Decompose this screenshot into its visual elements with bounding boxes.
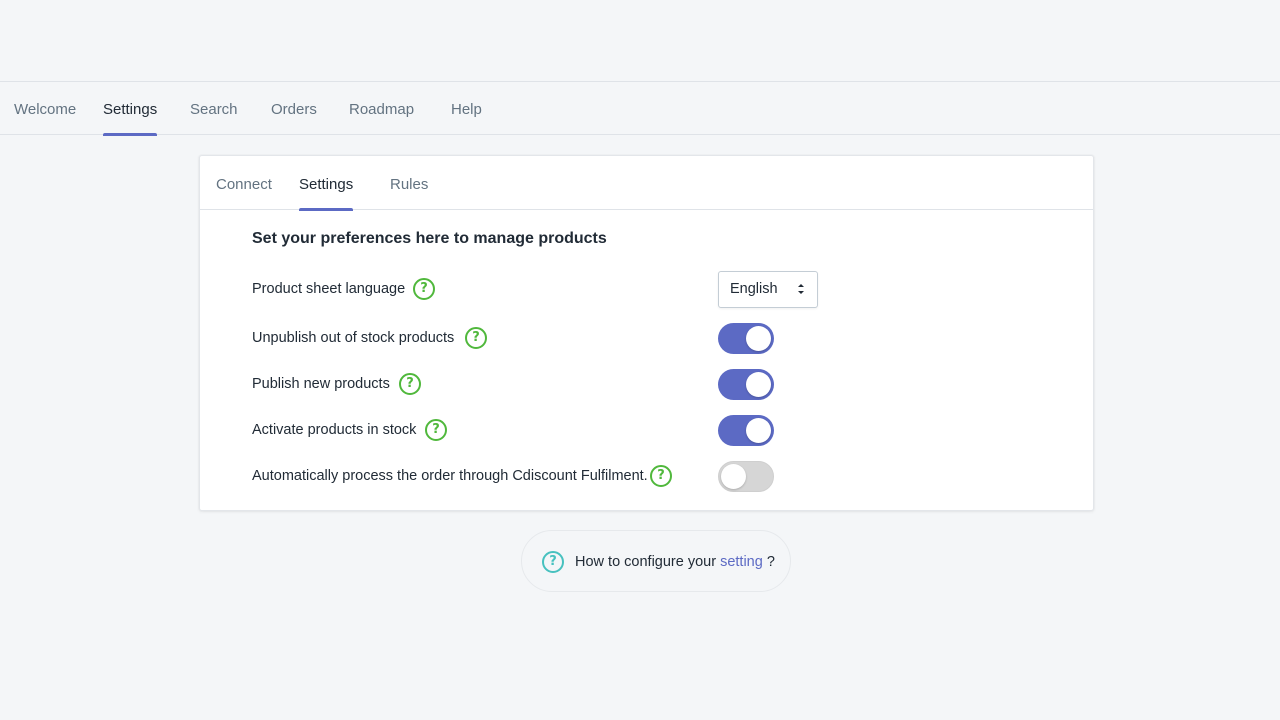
toggle-knob — [721, 464, 746, 489]
setting-row-fulfilment: Automatically process the order through … — [252, 461, 1052, 492]
question-circle-icon[interactable]: ? — [413, 278, 435, 300]
tab-help[interactable]: Help — [451, 82, 482, 135]
select-arrows-icon — [798, 284, 804, 294]
setting-label-fulfilment: Automatically process the order through … — [252, 468, 648, 484]
subtab-connect[interactable]: Connect — [216, 156, 272, 210]
toggle-knob — [746, 418, 771, 443]
setting-row-publish-new: Publish new products ? — [252, 369, 1052, 400]
footer-help-prefix: How to configure your — [575, 554, 717, 570]
subtab-rules[interactable]: Rules — [390, 156, 428, 210]
setting-row-unpublish: Unpublish out of stock products ? — [252, 323, 1052, 354]
tab-settings[interactable]: Settings — [103, 82, 158, 136]
question-circle-icon: ? — [542, 551, 564, 573]
subtab-settings[interactable]: Settings — [299, 156, 354, 211]
tab-welcome[interactable]: Welcome — [14, 82, 76, 135]
footer-help-pill: ? How to configure your setting ? — [521, 530, 791, 592]
footer-help-text: How to configure your setting ? — [575, 531, 775, 593]
question-circle-icon[interactable]: ? — [425, 419, 447, 441]
question-circle-icon[interactable]: ? — [399, 373, 421, 395]
tab-search[interactable]: Search — [190, 82, 238, 135]
language-select-value: English — [730, 281, 778, 297]
tab-orders[interactable]: Orders — [271, 82, 317, 135]
language-select[interactable]: English — [718, 271, 818, 308]
unpublish-toggle[interactable] — [718, 323, 774, 354]
settings-card: Connect Settings Rules Set your preferen… — [199, 155, 1094, 511]
activate-stock-toggle[interactable] — [718, 415, 774, 446]
footer-setting-link[interactable]: setting — [720, 554, 763, 570]
main-nav: Welcome Settings Search Orders Roadmap H… — [0, 82, 1280, 136]
footer-help-suffix: ? — [766, 554, 775, 570]
toggle-knob — [746, 326, 771, 351]
section-title: Set your preferences here to manage prod… — [252, 230, 607, 247]
setting-label-unpublish: Unpublish out of stock products — [252, 330, 455, 346]
question-circle-icon[interactable]: ? — [650, 465, 672, 487]
publish-new-toggle[interactable] — [718, 369, 774, 400]
setting-label-publish-new: Publish new products — [252, 376, 390, 392]
tab-roadmap[interactable]: Roadmap — [349, 82, 414, 135]
fulfilment-toggle[interactable] — [718, 461, 774, 492]
setting-label-activate-stock: Activate products in stock — [252, 422, 417, 438]
setting-row-language: Product sheet language ? English — [252, 271, 1052, 308]
top-bar — [0, 0, 1280, 82]
toggle-knob — [746, 372, 771, 397]
setting-row-activate-stock: Activate products in stock ? — [252, 415, 1052, 446]
card-tabs: Connect Settings Rules — [200, 156, 1093, 211]
question-circle-icon[interactable]: ? — [465, 327, 487, 349]
setting-label-language: Product sheet language — [252, 281, 406, 297]
